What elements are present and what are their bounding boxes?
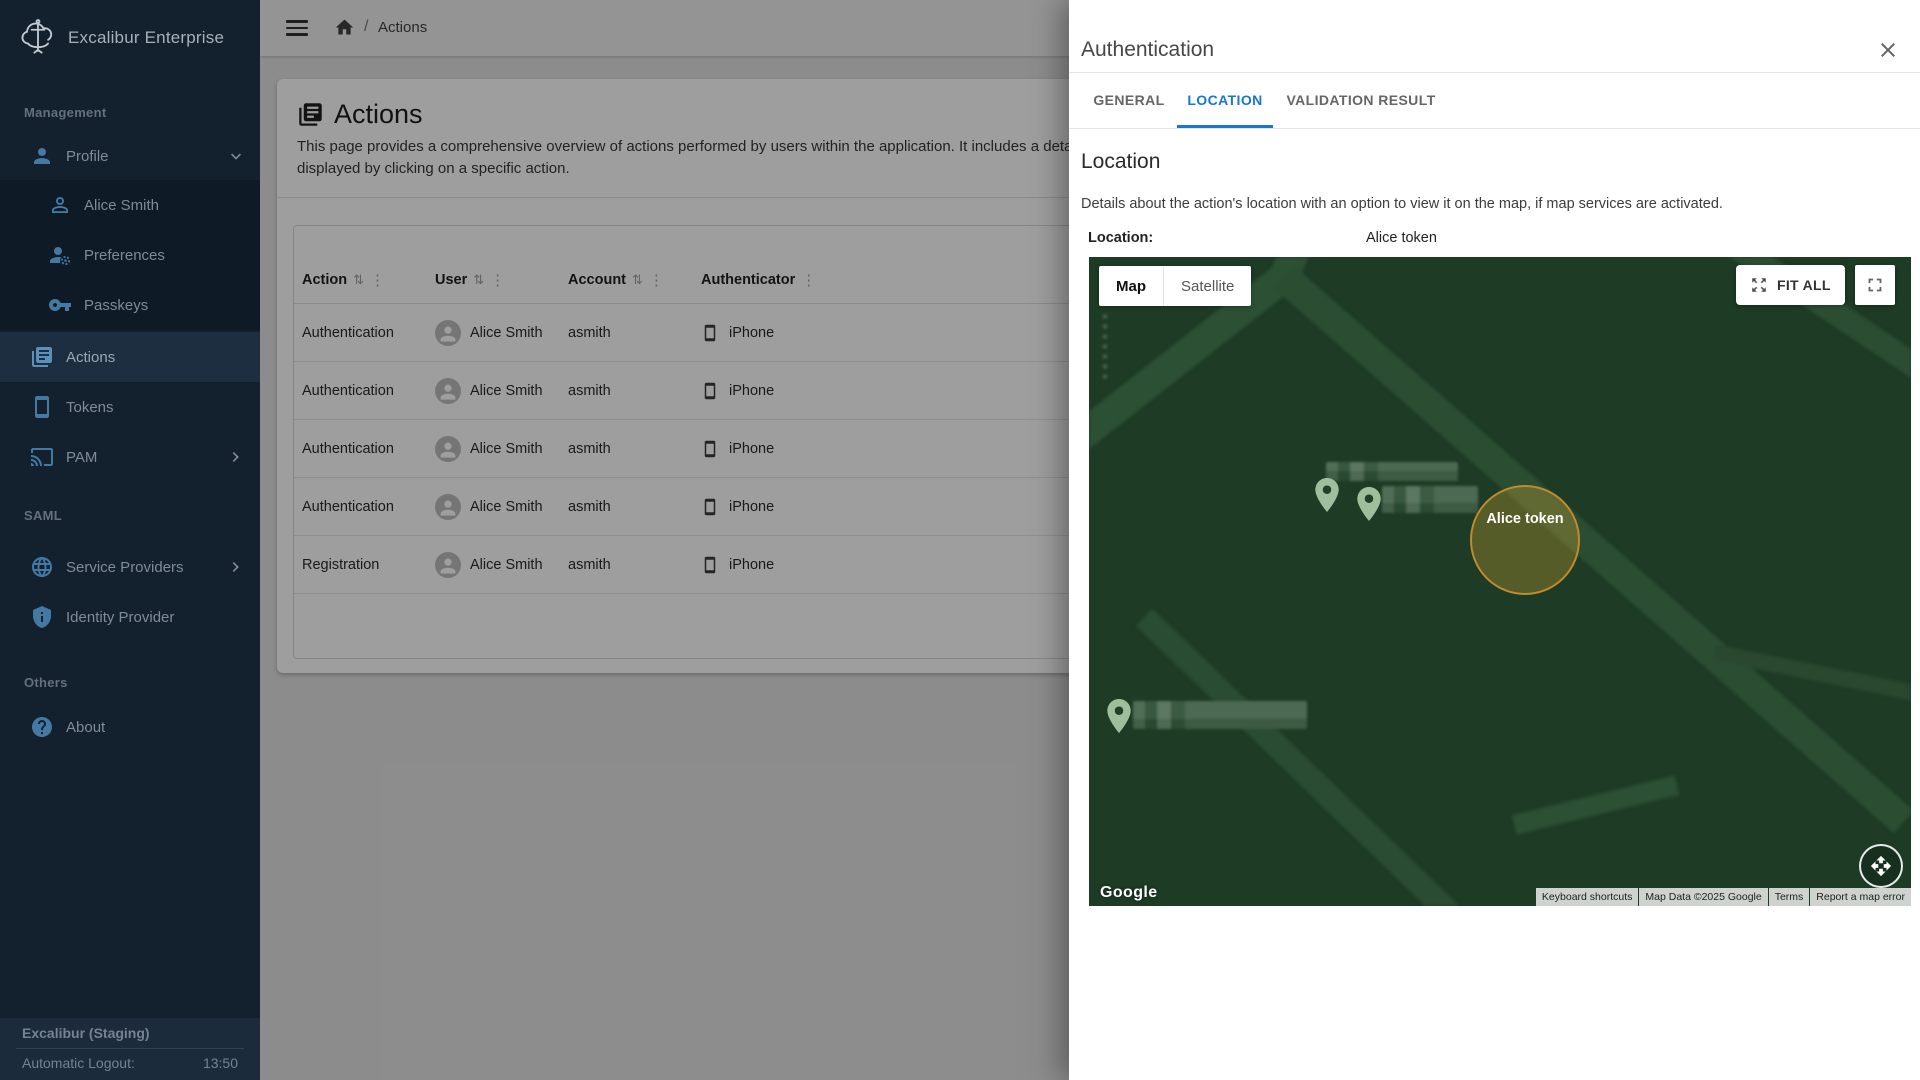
close-icon: [1876, 38, 1900, 62]
sidebar-item-passkeys[interactable]: Passkeys: [0, 280, 260, 330]
shield-info-icon: [30, 605, 54, 629]
sidebar-item-label: Service Providers: [66, 559, 184, 576]
sidebar-item-label: About: [66, 719, 105, 736]
terms-link[interactable]: Terms: [1769, 888, 1810, 906]
sidebar-item-label: Preferences: [84, 247, 165, 264]
map-data-label: Map Data ©2025 Google: [1639, 888, 1767, 906]
chevron-right-icon: [226, 447, 246, 467]
sidebar-item-identity-provider[interactable]: Identity Provider: [0, 592, 260, 642]
map-attribution: Keyboard shortcuts Map Data ©2025 Google…: [1535, 888, 1911, 906]
google-logo: Google: [1100, 884, 1158, 902]
sidebar-item-tokens[interactable]: Tokens: [0, 382, 260, 432]
fullscreen-button[interactable]: [1855, 265, 1895, 305]
environment-label: Excalibur (Staging): [22, 1025, 150, 1041]
sidebar-item-actions[interactable]: Actions: [0, 332, 260, 382]
tab-location[interactable]: LOCATION: [1177, 72, 1273, 128]
section-heading: Location: [1081, 150, 1160, 174]
close-button[interactable]: [1874, 36, 1902, 64]
smartphone-icon: [30, 395, 54, 419]
sidebar-item-preferences[interactable]: Preferences: [0, 230, 260, 280]
sidebar-item-label: Identity Provider: [66, 609, 174, 626]
sidebar-item-label: PAM: [66, 449, 97, 466]
brand: Excalibur Enterprise: [0, 10, 260, 66]
move-arrows-icon: [1870, 855, 1892, 877]
dialog-tabs: GENERAL LOCATION VALIDATION RESULT: [1081, 72, 1449, 128]
field-value: Alice token: [1366, 230, 1437, 246]
sidebar-item-label: Profile: [66, 148, 109, 165]
report-map-error-link[interactable]: Report a map error: [1810, 888, 1911, 906]
keyboard-shortcuts-link[interactable]: Keyboard shortcuts: [1536, 888, 1638, 906]
sidebar-item-label: Passkeys: [84, 297, 148, 314]
fit-all-button[interactable]: FIT ALL: [1736, 265, 1845, 305]
tab-general[interactable]: GENERAL: [1081, 72, 1177, 128]
sidebar-item-pam[interactable]: PAM: [0, 432, 260, 482]
sidebar: Excalibur Enterprise Management Profile …: [0, 0, 260, 1080]
field-label: Location:: [1088, 230, 1366, 246]
sidebar-item-profile[interactable]: Profile: [0, 132, 260, 180]
tab-validation-result[interactable]: VALIDATION RESULT: [1273, 72, 1449, 128]
map-pin-icon[interactable]: [1356, 487, 1382, 521]
section-saml: SAML: [24, 508, 62, 523]
map-pin-icon[interactable]: [1106, 699, 1132, 733]
key-icon: [48, 293, 72, 317]
location-field: Location: Alice token: [1088, 230, 1888, 246]
sidebar-item-alice-smith[interactable]: Alice Smith: [0, 180, 260, 230]
help-icon: [30, 715, 54, 739]
tabs-divider: [1069, 128, 1920, 129]
brand-name: Excalibur Enterprise: [68, 28, 224, 48]
auto-logout-timer: 13:50: [203, 1055, 238, 1071]
pan-map-button[interactable]: [1859, 844, 1903, 888]
section-others: Others: [24, 675, 68, 690]
google-map[interactable]: Alice token Map Satellite FIT ALL Google…: [1089, 257, 1911, 906]
fullscreen-icon: [1864, 274, 1886, 296]
auto-logout-label: Automatic Logout:: [22, 1055, 135, 1071]
map-type-control: Map Satellite: [1099, 266, 1251, 306]
app-screen: Excalibur Enterprise Management Profile …: [0, 0, 1920, 1080]
chevron-down-icon: [226, 146, 246, 166]
footer-divider: [16, 1048, 244, 1049]
blurred-map-label: [1326, 462, 1458, 481]
map-type-map-button[interactable]: Map: [1099, 266, 1163, 306]
token-location-circle[interactable]: Alice token: [1470, 485, 1580, 595]
profile-submenu: Alice Smith Preferences Passkeys: [0, 180, 260, 330]
action-detail-dialog: Authentication GENERAL LOCATION VALIDATI…: [1069, 0, 1920, 1080]
section-description: Details about the action's location with…: [1081, 196, 1723, 212]
sidebar-item-label: Tokens: [66, 399, 114, 416]
sidebar-item-service-providers[interactable]: Service Providers: [0, 542, 260, 592]
sidebar-item-label: Actions: [66, 349, 115, 366]
person-outline-icon: [48, 193, 72, 217]
person-gear-icon: [48, 243, 72, 267]
cast-screen-icon: [30, 445, 54, 469]
blurred-map-label: [1382, 486, 1478, 513]
section-management: Management: [24, 105, 106, 120]
zoom-out-map-icon: [1750, 276, 1768, 294]
library-books-icon: [30, 345, 54, 369]
dialog-title: Authentication: [1081, 38, 1214, 62]
sidebar-item-label: Alice Smith: [84, 197, 159, 214]
map-pin-icon[interactable]: [1314, 478, 1340, 512]
person-icon: [30, 144, 54, 168]
map-type-satellite-button[interactable]: Satellite: [1163, 266, 1251, 306]
token-location-label: Alice token: [1472, 511, 1578, 527]
sidebar-footer: Excalibur (Staging) Automatic Logout: 13…: [0, 1018, 260, 1080]
blurred-map-label: [1133, 701, 1307, 729]
excalibur-logo-icon: [16, 16, 60, 60]
chevron-right-icon: [226, 557, 246, 577]
sidebar-item-about[interactable]: About: [0, 702, 260, 752]
globe-icon: [30, 555, 54, 579]
